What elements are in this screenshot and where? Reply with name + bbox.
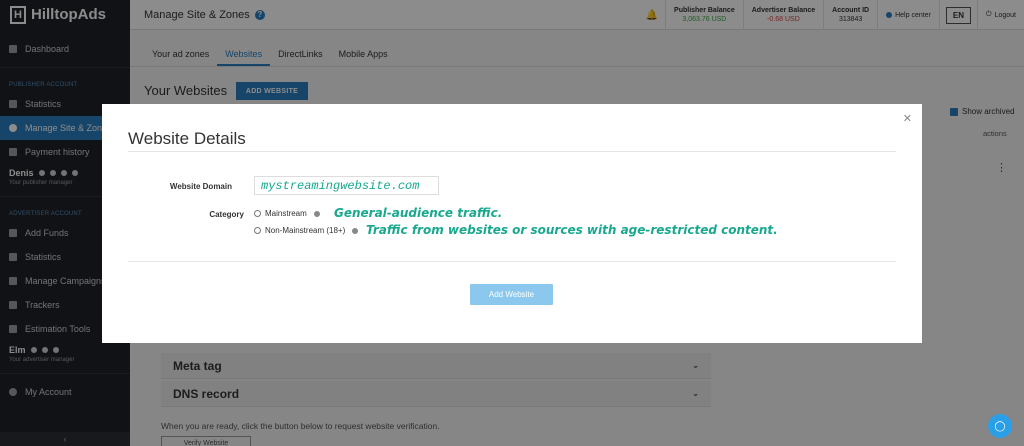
add-website-submit-button[interactable]: Add Website — [470, 284, 553, 305]
question-icon[interactable] — [313, 210, 320, 217]
radio-mainstream-label: Mainstream — [265, 209, 307, 218]
website-details-modal: ✕ Website Details Website Domain mystrea… — [102, 104, 922, 343]
close-icon[interactable]: ✕ — [903, 112, 912, 125]
category-label: Category — [209, 210, 244, 219]
annotation-mainstream: General-audience traffic. — [334, 206, 503, 220]
chat-widget-button[interactable]: ◯ — [988, 414, 1012, 438]
divider — [128, 151, 896, 152]
modal-title: Website Details — [128, 129, 246, 148]
radio-icon — [254, 210, 261, 217]
radio-mainstream[interactable]: Mainstream — [254, 209, 320, 218]
question-icon[interactable] — [352, 227, 359, 234]
radio-icon — [254, 227, 261, 234]
chat-icon: ◯ — [994, 420, 1006, 432]
website-domain-label: Website Domain — [169, 182, 232, 191]
website-domain-input[interactable]: mystreamingwebsite.com — [254, 176, 439, 195]
annotation-non-mainstream: Traffic from websites or sources with ag… — [366, 223, 778, 237]
radio-non-mainstream-label: Non-Mainstream (18+) — [265, 226, 346, 235]
radio-non-mainstream[interactable]: Non-Mainstream (18+) — [254, 226, 359, 235]
divider — [128, 261, 896, 262]
